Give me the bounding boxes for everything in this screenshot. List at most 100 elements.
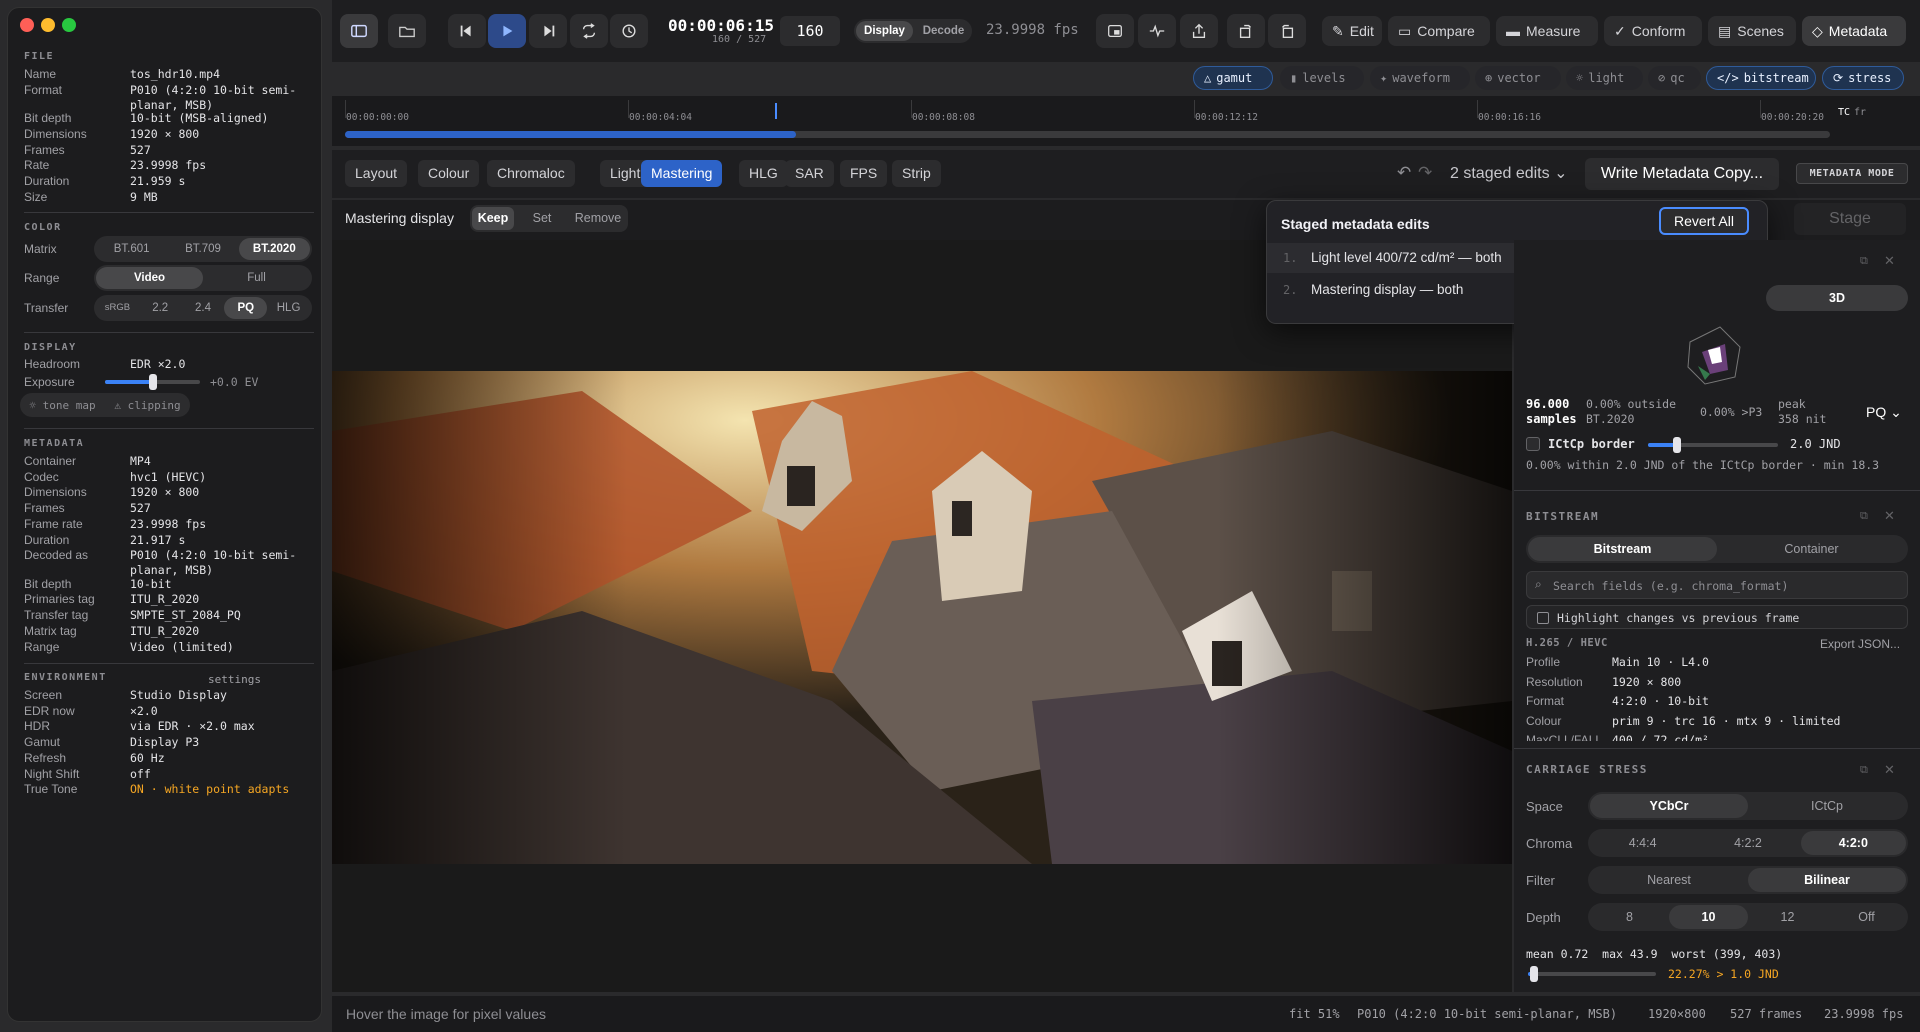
option-bitstream[interactable]: Bitstream <box>1528 537 1717 561</box>
nav-conform-button[interactable]: ✓ Conform <box>1604 16 1702 46</box>
timeline[interactable] <box>332 96 1920 146</box>
option-2-2[interactable]: 2.2 <box>139 297 182 319</box>
option-nearest[interactable]: Nearest <box>1590 868 1748 892</box>
close-icon[interactable]: ✕ <box>1884 508 1895 524</box>
exposure-slider[interactable] <box>105 374 200 390</box>
highlight-changes-row[interactable]: Highlight changes vs previous frame <box>1526 605 1908 629</box>
rotate-right-button[interactable] <box>1268 14 1306 48</box>
tab-mastering[interactable]: Mastering <box>641 160 723 187</box>
stage-button[interactable]: Stage <box>1794 203 1906 235</box>
option-bilinear[interactable]: Bilinear <box>1748 868 1906 892</box>
nav-edit-button[interactable]: ✎ Edit <box>1322 16 1382 46</box>
matrix-selector[interactable]: BT.601 BT.709 BT.2020 <box>94 236 312 262</box>
tab-hlg[interactable]: HLG <box>739 160 788 187</box>
frame-input[interactable]: 160 <box>780 16 840 46</box>
tab-sar[interactable]: SAR <box>785 160 834 187</box>
option-4-2-2[interactable]: 4:2:2 <box>1695 831 1800 855</box>
option-4-2-0[interactable]: 4:2:0 <box>1800 831 1906 855</box>
pulse-button[interactable] <box>1138 14 1176 48</box>
gamut-3d-plot[interactable] <box>1680 322 1748 388</box>
history-button[interactable] <box>610 14 648 48</box>
tone-map-toggle[interactable]: ☼ tone map <box>20 399 105 412</box>
nav-scenes-button[interactable]: ▤ Scenes <box>1708 16 1796 46</box>
timeline-track[interactable] <box>345 131 1830 138</box>
fit-zoom[interactable]: fit 51% <box>1289 1007 1340 1021</box>
jnd-threshold-slider[interactable] <box>1528 966 1656 982</box>
toggle-sidebar-button[interactable] <box>340 14 378 48</box>
option-bt-2020[interactable]: BT.2020 <box>238 238 310 260</box>
curve-dropdown[interactable]: PQ ⌄ <box>1866 404 1902 421</box>
option-srgb[interactable]: sRGB <box>96 297 139 319</box>
step-back-button[interactable] <box>448 14 486 48</box>
decode-option[interactable]: Decode <box>915 19 972 43</box>
detach-icon[interactable]: ⧉ <box>1860 510 1868 523</box>
depth-selector[interactable]: 8 10 12 Off <box>1588 903 1908 931</box>
scope-light-chip[interactable]: ☼ light <box>1566 66 1643 90</box>
option-full[interactable]: Full <box>203 267 310 289</box>
option-keep[interactable]: Keep <box>472 207 514 230</box>
option-bt-709[interactable]: BT.709 <box>167 238 238 260</box>
highlight-changes-checkbox[interactable] <box>1537 612 1549 624</box>
option-4-4-4[interactable]: 4:4:4 <box>1590 831 1695 855</box>
nav-measure-button[interactable]: ▬ Measure <box>1496 16 1598 46</box>
export-button[interactable] <box>1180 14 1218 48</box>
ictcp-border-slider[interactable] <box>1648 437 1778 453</box>
step-forward-button[interactable] <box>529 14 567 48</box>
tab-chromaloc[interactable]: Chromaloc <box>487 160 575 187</box>
chroma-selector[interactable]: 4:4:4 4:2:2 4:2:0 <box>1588 829 1908 857</box>
option-video[interactable]: Video <box>96 267 203 289</box>
option-hlg[interactable]: HLG <box>267 297 310 319</box>
pip-button[interactable] <box>1096 14 1134 48</box>
scope-levels-chip[interactable]: ▮ levels <box>1280 66 1364 90</box>
video-viewer[interactable] <box>332 240 1512 992</box>
mastering-display-options[interactable]: Keep Set Remove <box>470 205 628 232</box>
option-remove[interactable]: Remove <box>570 207 626 230</box>
close-icon[interactable]: ✕ <box>1884 253 1895 269</box>
revert-all-button[interactable]: Revert All <box>1659 207 1749 235</box>
fr-label[interactable]: fr <box>1854 107 1866 118</box>
staged-edits-dropdown[interactable]: 2 staged edits ⌄ <box>1450 163 1567 183</box>
bitstream-tabs[interactable]: Bitstream Container <box>1526 535 1908 563</box>
option-container[interactable]: Container <box>1717 537 1906 561</box>
close-icon[interactable]: ✕ <box>1884 762 1895 778</box>
space-selector[interactable]: YCbCr ICtCp <box>1588 792 1908 820</box>
clipping-toggle[interactable]: ⚠ clipping <box>105 399 190 412</box>
option-ycbcr[interactable]: YCbCr <box>1590 794 1748 818</box>
rotate-left-button[interactable] <box>1227 14 1265 48</box>
gamut-3d-toggle[interactable]: 3D <box>1766 285 1908 311</box>
scope-qc-chip[interactable]: ⊘ qc <box>1648 66 1701 90</box>
option-2-4[interactable]: 2.4 <box>182 297 225 319</box>
loop-button[interactable] <box>570 14 608 48</box>
detach-icon[interactable]: ⧉ <box>1860 255 1868 268</box>
redo-icon[interactable]: ↷ <box>1418 163 1432 183</box>
play-button[interactable] <box>488 14 526 48</box>
export-json-link[interactable]: Export JSON... <box>1820 637 1900 651</box>
option-pq[interactable]: PQ <box>224 297 268 319</box>
undo-icon[interactable]: ↶ <box>1397 163 1411 183</box>
scope-gamut-chip[interactable]: △ gamut <box>1193 66 1273 90</box>
display-option[interactable]: Display <box>856 21 913 41</box>
transfer-selector[interactable]: sRGB 2.2 2.4 PQ HLG <box>94 295 312 321</box>
open-file-button[interactable] <box>388 14 426 48</box>
ictcp-border-checkbox[interactable] <box>1526 437 1540 451</box>
option-ictcp[interactable]: ICtCp <box>1748 794 1906 818</box>
close-window-button[interactable] <box>20 18 34 32</box>
tc-label[interactable]: TC <box>1838 107 1850 118</box>
video-frame[interactable] <box>332 371 1512 864</box>
jnd-threshold-knob[interactable] <box>1530 966 1539 982</box>
range-selector[interactable]: Video Full <box>94 265 312 291</box>
exposure-knob[interactable] <box>148 374 157 390</box>
environment-settings-link[interactable]: settings <box>208 673 261 686</box>
minimize-window-button[interactable] <box>41 18 55 32</box>
option-bt-601[interactable]: BT.601 <box>96 238 167 260</box>
write-metadata-button[interactable]: Write Metadata Copy... <box>1585 158 1779 190</box>
zoom-window-button[interactable] <box>62 18 76 32</box>
detach-icon[interactable]: ⧉ <box>1860 764 1868 777</box>
option-set[interactable]: Set <box>514 207 570 230</box>
option-12[interactable]: 12 <box>1748 905 1827 929</box>
option-10[interactable]: 10 <box>1669 905 1748 929</box>
option-off[interactable]: Off <box>1827 905 1906 929</box>
scope-vector-chip[interactable]: ⊕ vector <box>1475 66 1561 90</box>
bitstream-field-list[interactable]: Profile Main 10 · L4.0 Resolution 1920 × 80… <box>1514 654 1920 741</box>
ictcp-border-knob[interactable] <box>1672 437 1681 453</box>
